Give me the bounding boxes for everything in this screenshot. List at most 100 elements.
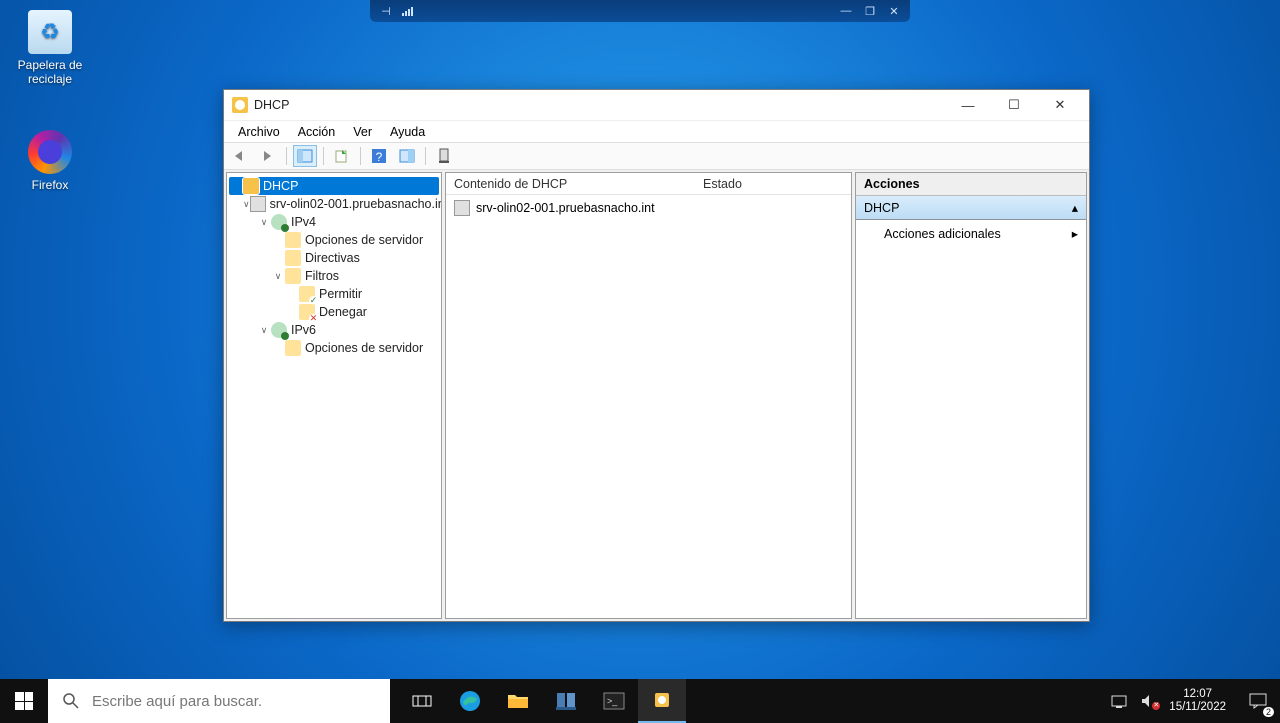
content-panel: Contenido de DHCP Estado srv-olin02-001.… xyxy=(445,172,852,619)
nav-forward-button[interactable] xyxy=(256,145,280,167)
notifications-button[interactable]: 2 xyxy=(1236,679,1280,723)
server-node-icon xyxy=(250,196,266,212)
dhcp-window: DHCP — ☐ ✕ Archivo Acción Ver Ayuda ? xyxy=(223,89,1090,622)
deny-icon xyxy=(299,304,315,320)
tree-filter-deny[interactable]: Denegar xyxy=(229,303,439,321)
toolbar-showhide-button[interactable] xyxy=(293,145,317,167)
menu-ver[interactable]: Ver xyxy=(345,123,380,141)
notification-badge: 2 xyxy=(1263,707,1274,717)
task-view-button[interactable] xyxy=(398,679,446,723)
pin-icon[interactable]: ⊣ xyxy=(378,4,394,18)
notification-icon xyxy=(1249,693,1267,709)
taskbar-edge[interactable] xyxy=(446,679,494,723)
toolbar-export-button[interactable] xyxy=(330,145,354,167)
folder-icon xyxy=(507,692,529,710)
allow-icon xyxy=(299,286,315,302)
search-icon xyxy=(62,692,80,710)
collapse-icon[interactable]: ∨ xyxy=(271,269,285,283)
remote-min-button[interactable]: — xyxy=(838,4,854,18)
export-icon xyxy=(334,148,350,164)
toolbar: ? xyxy=(224,142,1089,170)
options-icon xyxy=(285,340,301,356)
options-icon xyxy=(285,232,301,248)
blank-twisty xyxy=(229,179,243,193)
menu-accion[interactable]: Acción xyxy=(290,123,344,141)
taskbar-dhcp[interactable] xyxy=(638,679,686,723)
windows-logo-icon xyxy=(15,692,33,710)
ipv4-icon xyxy=(271,214,287,230)
terminal-icon: >_ xyxy=(603,692,625,710)
signal-icon xyxy=(402,6,413,16)
taskbar-server-manager[interactable] xyxy=(542,679,590,723)
taskbar-search[interactable]: Escribe aquí para buscar. xyxy=(48,679,390,723)
tree-server[interactable]: ∨ srv-olin02-001.pruebasnacho.int xyxy=(229,195,439,213)
column-content[interactable]: Contenido de DHCP xyxy=(454,177,703,191)
tree-panel: DHCP ∨ srv-olin02-001.pruebasnacho.int ∨… xyxy=(226,172,442,619)
menu-archivo[interactable]: Archivo xyxy=(230,123,288,141)
titlebar[interactable]: DHCP — ☐ ✕ xyxy=(224,90,1089,120)
tree-root-dhcp[interactable]: DHCP xyxy=(229,177,439,195)
firefox-shortcut[interactable]: Firefox xyxy=(10,130,90,192)
actions-panel: Acciones DHCP ▴ Acciones adicionales ▸ xyxy=(855,172,1087,619)
recycle-bin[interactable]: Papelera de reciclaje xyxy=(10,10,90,86)
toolbar-view-button[interactable] xyxy=(395,145,419,167)
server-manager-icon xyxy=(555,691,577,711)
taskbar-cmd[interactable]: >_ xyxy=(590,679,638,723)
filters-icon xyxy=(285,268,301,284)
list-item[interactable]: srv-olin02-001.pruebasnacho.int xyxy=(454,199,843,217)
actions-more[interactable]: Acciones adicionales ▸ xyxy=(856,220,1086,247)
system-tray: ✕ 12:07 15/11/2022 xyxy=(1101,688,1236,713)
window-min-button[interactable]: — xyxy=(945,90,991,120)
toolbar-manage-button[interactable] xyxy=(432,145,456,167)
task-view-icon xyxy=(412,693,432,709)
clock-time: 12:07 xyxy=(1169,688,1226,701)
view-icon xyxy=(399,149,415,163)
chevron-right-icon: ▸ xyxy=(1072,226,1078,241)
dhcp-taskbar-icon xyxy=(652,690,672,710)
taskbar: Escribe aquí para buscar. >_ ✕ 12 xyxy=(0,679,1280,723)
tray-volume-icon[interactable]: ✕ xyxy=(1141,694,1157,708)
tree-ipv4-policies[interactable]: Directivas xyxy=(229,249,439,267)
server-icon xyxy=(437,148,451,164)
collapse-icon: ▴ xyxy=(1072,200,1078,215)
collapse-icon[interactable]: ∨ xyxy=(257,323,271,337)
nav-back-button[interactable] xyxy=(228,145,252,167)
list-header: Contenido de DHCP Estado xyxy=(446,173,851,195)
remote-max-button[interactable]: ❐ xyxy=(862,4,878,18)
tree-ipv4[interactable]: ∨ IPv4 xyxy=(229,213,439,231)
collapse-icon[interactable]: ∨ xyxy=(243,197,250,211)
tree-ipv6-options[interactable]: Opciones de servidor xyxy=(229,339,439,357)
firefox-label: Firefox xyxy=(10,178,90,192)
window-max-button[interactable]: ☐ xyxy=(991,90,1037,120)
remote-close-button[interactable]: ✕ xyxy=(886,4,902,18)
collapse-icon[interactable]: ∨ xyxy=(257,215,271,229)
policies-icon xyxy=(285,250,301,266)
window-close-button[interactable]: ✕ xyxy=(1037,90,1083,120)
menu-ayuda[interactable]: Ayuda xyxy=(382,123,433,141)
panel-icon xyxy=(297,149,313,163)
edge-icon xyxy=(459,690,481,712)
tray-network-icon[interactable] xyxy=(1111,694,1129,708)
recycle-bin-icon xyxy=(28,10,72,54)
arrow-left-icon xyxy=(232,150,248,162)
remote-session-bar: ⊣ — ❐ ✕ xyxy=(370,0,910,22)
start-button[interactable] xyxy=(0,679,48,723)
window-title: DHCP xyxy=(254,98,289,112)
column-state[interactable]: Estado xyxy=(703,177,843,191)
tree-filter-allow[interactable]: Permitir xyxy=(229,285,439,303)
tree-ipv4-options[interactable]: Opciones de servidor xyxy=(229,231,439,249)
help-icon: ? xyxy=(371,148,387,164)
server-node-icon xyxy=(454,200,470,216)
search-placeholder: Escribe aquí para buscar. xyxy=(92,693,262,710)
arrow-right-icon xyxy=(260,150,276,162)
tree-ipv4-filters[interactable]: ∨ Filtros xyxy=(229,267,439,285)
tree-ipv6[interactable]: ∨ IPv6 xyxy=(229,321,439,339)
clock-date: 15/11/2022 xyxy=(1169,701,1226,714)
recycle-bin-label: Papelera de reciclaje xyxy=(10,58,90,86)
svg-text:?: ? xyxy=(376,150,383,164)
toolbar-help-button[interactable]: ? xyxy=(367,145,391,167)
ipv6-icon xyxy=(271,322,287,338)
tray-clock[interactable]: 12:07 15/11/2022 xyxy=(1169,688,1226,713)
taskbar-explorer[interactable] xyxy=(494,679,542,723)
actions-group-dhcp[interactable]: DHCP ▴ xyxy=(856,196,1086,220)
